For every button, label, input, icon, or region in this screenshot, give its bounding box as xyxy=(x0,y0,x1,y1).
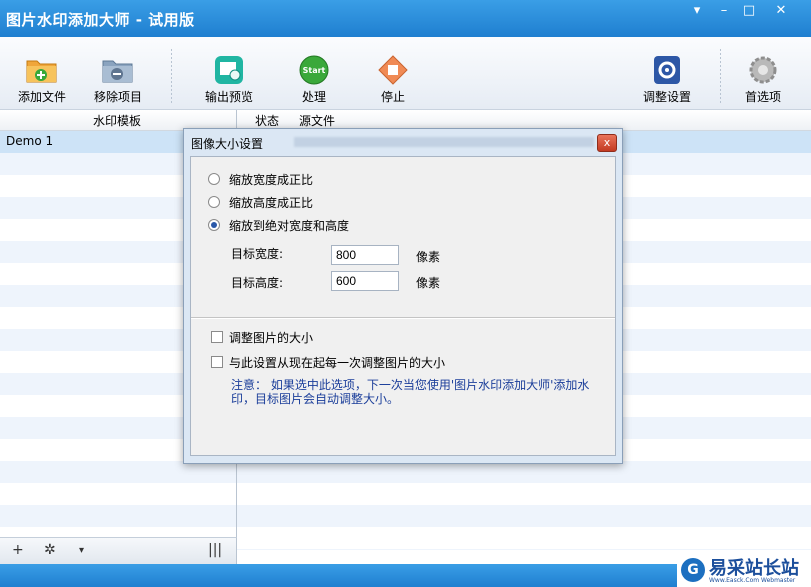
maximize-button[interactable]: □ xyxy=(737,2,761,20)
preferences-label: 首选项 xyxy=(744,90,781,104)
dialog-divider xyxy=(191,317,615,319)
column-header-source[interactable]: 源文件 xyxy=(299,112,335,129)
output-preview-label: 输出预览 xyxy=(204,90,253,104)
radio-scale-height[interactable] xyxy=(208,196,220,208)
process-button[interactable]: Start 处理 xyxy=(282,51,346,107)
radio-scale-width[interactable] xyxy=(208,173,220,185)
start-badge-text: Start xyxy=(303,66,326,75)
toolbar-separator xyxy=(720,49,721,105)
radio-scale-width-label[interactable]: 缩放宽度成正比 xyxy=(229,171,313,188)
site-subtitle: Www.Easck.Com Webmaster xyxy=(709,577,796,584)
column-header-status[interactable]: 状态 xyxy=(255,112,279,129)
template-gear-icon[interactable]: ✲ xyxy=(44,542,56,558)
output-preview-button[interactable]: 输出预览 xyxy=(197,51,261,107)
blurred-path xyxy=(294,137,594,147)
menu-dropdown-icon[interactable]: ▾ xyxy=(685,2,709,20)
target-width-input[interactable] xyxy=(331,245,399,265)
adjust-settings-button[interactable]: 调整设置 xyxy=(635,51,699,107)
resize-image-checkbox[interactable] xyxy=(211,331,223,343)
process-label: 处理 xyxy=(301,90,326,104)
stop-label: 停止 xyxy=(380,90,405,104)
template-list-footer: + ✲ ▾ ||| xyxy=(0,537,237,565)
settings-gear-icon xyxy=(650,55,684,85)
add-template-button[interactable]: + xyxy=(12,542,24,558)
target-width-label: 目标宽度: xyxy=(231,247,284,261)
add-file-button[interactable]: 添加文件 xyxy=(10,51,74,107)
height-unit: 像素 xyxy=(416,276,441,290)
gear-icon xyxy=(746,55,780,85)
preferences-button[interactable]: 首选项 xyxy=(731,51,795,107)
start-icon: Start xyxy=(297,55,331,85)
window-title: 图片水印添加大师 - 试用版 xyxy=(6,11,195,29)
chevron-down-icon[interactable]: ▾ xyxy=(79,545,84,556)
stop-icon xyxy=(376,55,410,85)
minimize-button[interactable]: – xyxy=(712,2,736,20)
radio-absolute-size[interactable] xyxy=(208,219,220,231)
toolbar-separator xyxy=(171,49,172,105)
list-item-label: Demo 1 xyxy=(6,134,54,148)
remember-setting-checkbox[interactable] xyxy=(211,356,223,368)
remember-setting-label[interactable]: 与此设置从现在起每一次调整图片的大小 xyxy=(229,354,445,371)
title-bar: 图片水印添加大师 - 试用版 ▾ – □ ✕ xyxy=(0,0,811,37)
folder-add-icon xyxy=(25,55,59,85)
remove-item-button[interactable]: 移除项目 xyxy=(86,51,150,107)
site-watermark: G 易采站长站 Www.Easck.Com Webmaster xyxy=(677,552,811,587)
width-unit: 像素 xyxy=(416,250,441,264)
radio-scale-height-label[interactable]: 缩放高度成正比 xyxy=(229,194,313,211)
dialog-body: 缩放宽度成正比 缩放高度成正比 缩放到绝对宽度和高度 目标宽度: 像素 目标高度… xyxy=(190,156,616,456)
dialog-title: 图像大小设置 xyxy=(191,137,264,151)
columns-icon[interactable]: ||| xyxy=(208,542,222,558)
site-logo-icon: G xyxy=(681,558,705,582)
folder-remove-icon xyxy=(101,55,135,85)
target-height-input[interactable] xyxy=(331,271,399,291)
close-button[interactable]: ✕ xyxy=(769,2,793,20)
dialog-close-button[interactable]: x xyxy=(597,134,617,152)
target-height-label: 目标高度: xyxy=(231,276,284,290)
resize-image-label[interactable]: 调整图片的大小 xyxy=(229,329,313,346)
add-file-label: 添加文件 xyxy=(17,90,66,104)
preview-icon xyxy=(212,55,246,85)
column-header-template: 水印模板 xyxy=(93,114,142,128)
toolbar: 添加文件 移除项目 输出预览 Start 处理 停止 调整设置 首选项 xyxy=(0,37,811,110)
remove-item-label: 移除项目 xyxy=(93,90,142,104)
radio-absolute-size-label[interactable]: 缩放到绝对宽度和高度 xyxy=(229,217,349,234)
image-size-dialog: 图像大小设置 x 缩放宽度成正比 缩放高度成正比 缩放到绝对宽度和高度 目标宽度… xyxy=(183,128,623,464)
adjust-settings-label: 调整设置 xyxy=(642,90,691,104)
note-text: 注意： 如果选中此选项，下一次当您使用'图片水印添加大师'添加水印，目标图片会自… xyxy=(231,378,590,406)
stop-button[interactable]: 停止 xyxy=(361,51,425,107)
